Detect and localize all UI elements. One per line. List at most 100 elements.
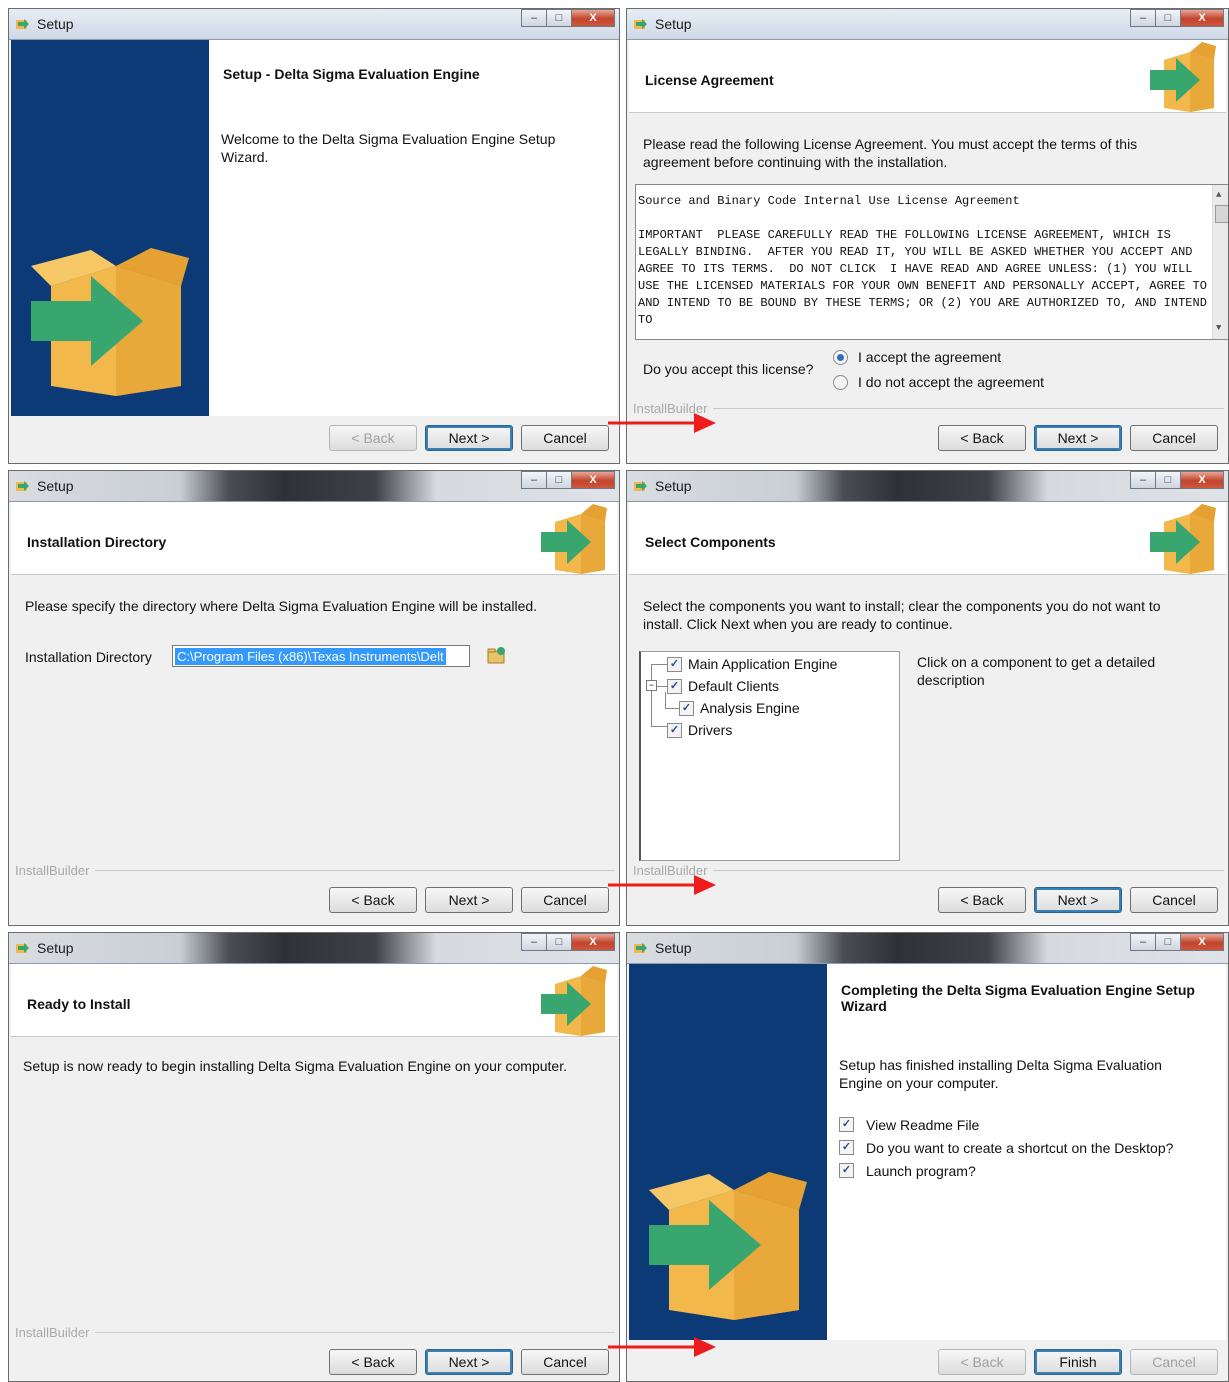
- checkbox-checked-icon[interactable]: ✓: [667, 656, 682, 672]
- installbuilder-divider: InstallBuilder: [633, 863, 1224, 883]
- cancel-button[interactable]: Cancel: [1130, 1349, 1218, 1375]
- browse-folder-icon[interactable]: [487, 645, 507, 665]
- minimize-button[interactable]: –: [521, 933, 547, 951]
- page-description: Select the components you want to instal…: [643, 598, 1161, 632]
- close-button[interactable]: X: [1180, 9, 1224, 27]
- components-tree[interactable]: − ✓ Main Application Engine ✓ Default Cl…: [639, 651, 900, 861]
- page-title: Select Components: [645, 534, 776, 550]
- page-header: License Agreement: [629, 40, 1226, 113]
- checkbox-checked-icon[interactable]: ✓: [839, 1163, 854, 1178]
- finish-text: Setup has finished installing Delta Sigm…: [839, 1057, 1162, 1091]
- checkbox-checked-icon[interactable]: ✓: [839, 1117, 854, 1132]
- close-button[interactable]: X: [571, 933, 615, 951]
- minimize-button[interactable]: –: [521, 9, 547, 27]
- back-button[interactable]: < Back: [938, 887, 1026, 913]
- maximize-button[interactable]: □: [1155, 933, 1181, 951]
- close-button[interactable]: X: [1180, 471, 1224, 489]
- setup-window-directory: Setup – □ X Installation Directory Pleas…: [8, 470, 620, 926]
- close-button[interactable]: X: [1180, 933, 1224, 951]
- next-button[interactable]: Next >: [1034, 887, 1122, 913]
- radio-selected-icon[interactable]: [833, 349, 848, 365]
- scroll-down-icon[interactable]: ▼: [1216, 320, 1221, 337]
- close-button[interactable]: X: [571, 9, 615, 27]
- maximize-button[interactable]: □: [546, 933, 572, 951]
- page-title: Ready to Install: [27, 996, 131, 1012]
- decline-radio[interactable]: I do not accept the agreement: [833, 374, 1044, 390]
- scroll-thumb[interactable]: [1215, 205, 1228, 223]
- finish-button[interactable]: Finish: [1034, 1349, 1122, 1375]
- page-description: Please specify the directory where Delta…: [25, 598, 538, 614]
- title-bar[interactable]: Setup – □ X: [627, 933, 1228, 964]
- radio-unselected-icon[interactable]: [833, 374, 848, 390]
- close-button[interactable]: X: [571, 471, 615, 489]
- scroll-up-icon[interactable]: ▲: [1216, 187, 1221, 204]
- license-question: Do you accept this license?: [643, 361, 814, 377]
- box-arrow-logo: [649, 1172, 807, 1320]
- checkbox-checked-icon[interactable]: ✓: [667, 722, 682, 738]
- license-text-area[interactable]: Source and Binary Code Internal Use Lice…: [635, 184, 1228, 340]
- setup-app-icon: [634, 19, 647, 29]
- next-button[interactable]: Next >: [1034, 425, 1122, 451]
- cancel-button[interactable]: Cancel: [521, 425, 609, 451]
- license-scrollbar[interactable]: ▲ ▼: [1212, 185, 1228, 339]
- maximize-button[interactable]: □: [546, 9, 572, 27]
- maximize-button[interactable]: □: [1155, 9, 1181, 27]
- minimize-button[interactable]: –: [1130, 9, 1156, 27]
- next-button[interactable]: Next >: [425, 887, 513, 913]
- page-header: Select Components: [629, 502, 1226, 575]
- title-bar[interactable]: Setup – □ X: [9, 933, 619, 964]
- minimize-button[interactable]: –: [1130, 933, 1156, 951]
- title-bar[interactable]: Setup – □ X: [627, 9, 1228, 40]
- page-title: License Agreement: [645, 72, 774, 88]
- cancel-button[interactable]: Cancel: [521, 887, 609, 913]
- title-bar[interactable]: Setup – □ X: [9, 471, 619, 502]
- title-bar[interactable]: Setup – □ X: [627, 471, 1228, 502]
- minimize-button[interactable]: –: [521, 471, 547, 489]
- setup-app-icon: [16, 481, 29, 491]
- component-item[interactable]: ✓ Default Clients: [667, 678, 779, 694]
- page-description: Please read the following License Agreem…: [643, 136, 1138, 170]
- decline-label: I do not accept the agreement: [858, 374, 1045, 390]
- cancel-button[interactable]: Cancel: [521, 1349, 609, 1375]
- view-readme-checkbox[interactable]: ✓ View Readme File: [839, 1116, 1173, 1133]
- back-button[interactable]: < Back: [329, 425, 417, 451]
- finish-content: Completing the Delta Sigma Evaluation En…: [827, 964, 1226, 1340]
- minimize-button[interactable]: –: [1130, 471, 1156, 489]
- finish-title: Completing the Delta Sigma Evaluation En…: [841, 982, 1195, 1014]
- installbuilder-divider: InstallBuilder: [15, 1325, 615, 1345]
- accept-radio[interactable]: I accept the agreement: [833, 349, 1001, 365]
- maximize-button[interactable]: □: [1155, 471, 1181, 489]
- back-button[interactable]: < Back: [938, 425, 1026, 451]
- setup-app-icon: [16, 943, 29, 953]
- desktop-shortcut-checkbox[interactable]: ✓ Do you want to create a shortcut on th…: [839, 1139, 1173, 1156]
- cancel-button[interactable]: Cancel: [1130, 425, 1218, 451]
- page-header: Installation Directory: [11, 502, 617, 575]
- checkbox-checked-icon[interactable]: ✓: [839, 1140, 854, 1155]
- window-title: Setup: [655, 940, 692, 956]
- component-item[interactable]: ✓ Main Application Engine: [667, 656, 837, 672]
- component-label: Analysis Engine: [700, 700, 800, 716]
- checkbox-checked-icon[interactable]: ✓: [679, 700, 694, 716]
- installation-directory-input[interactable]: C:\Program Files (x86)\Texas Instruments…: [172, 645, 470, 667]
- window-title: Setup: [37, 478, 74, 494]
- back-button[interactable]: < Back: [329, 887, 417, 913]
- page-header: Ready to Install: [11, 964, 617, 1037]
- title-bar[interactable]: Setup – □ X: [9, 9, 619, 40]
- back-button[interactable]: < Back: [938, 1349, 1026, 1375]
- next-button[interactable]: Next >: [425, 425, 513, 451]
- window-title: Setup: [655, 16, 692, 32]
- page-title: Installation Directory: [27, 534, 167, 550]
- tree-expander-icon[interactable]: −: [646, 680, 657, 691]
- component-label: Main Application Engine: [688, 656, 838, 672]
- component-item[interactable]: ✓ Analysis Engine: [679, 700, 800, 716]
- component-item[interactable]: ✓ Drivers: [667, 722, 732, 738]
- checkbox-checked-icon[interactable]: ✓: [667, 678, 682, 694]
- maximize-button[interactable]: □: [546, 471, 572, 489]
- next-button[interactable]: Next >: [425, 1349, 513, 1375]
- back-button[interactable]: < Back: [329, 1349, 417, 1375]
- window-title: Setup: [655, 478, 692, 494]
- license-text: Source and Binary Code Internal Use Lice…: [638, 194, 1207, 327]
- launch-program-checkbox[interactable]: ✓ Launch program?: [839, 1162, 1173, 1179]
- cancel-button[interactable]: Cancel: [1130, 887, 1218, 913]
- setup-window-ready: Setup – □ X Ready to Install Setup is no…: [8, 932, 620, 1382]
